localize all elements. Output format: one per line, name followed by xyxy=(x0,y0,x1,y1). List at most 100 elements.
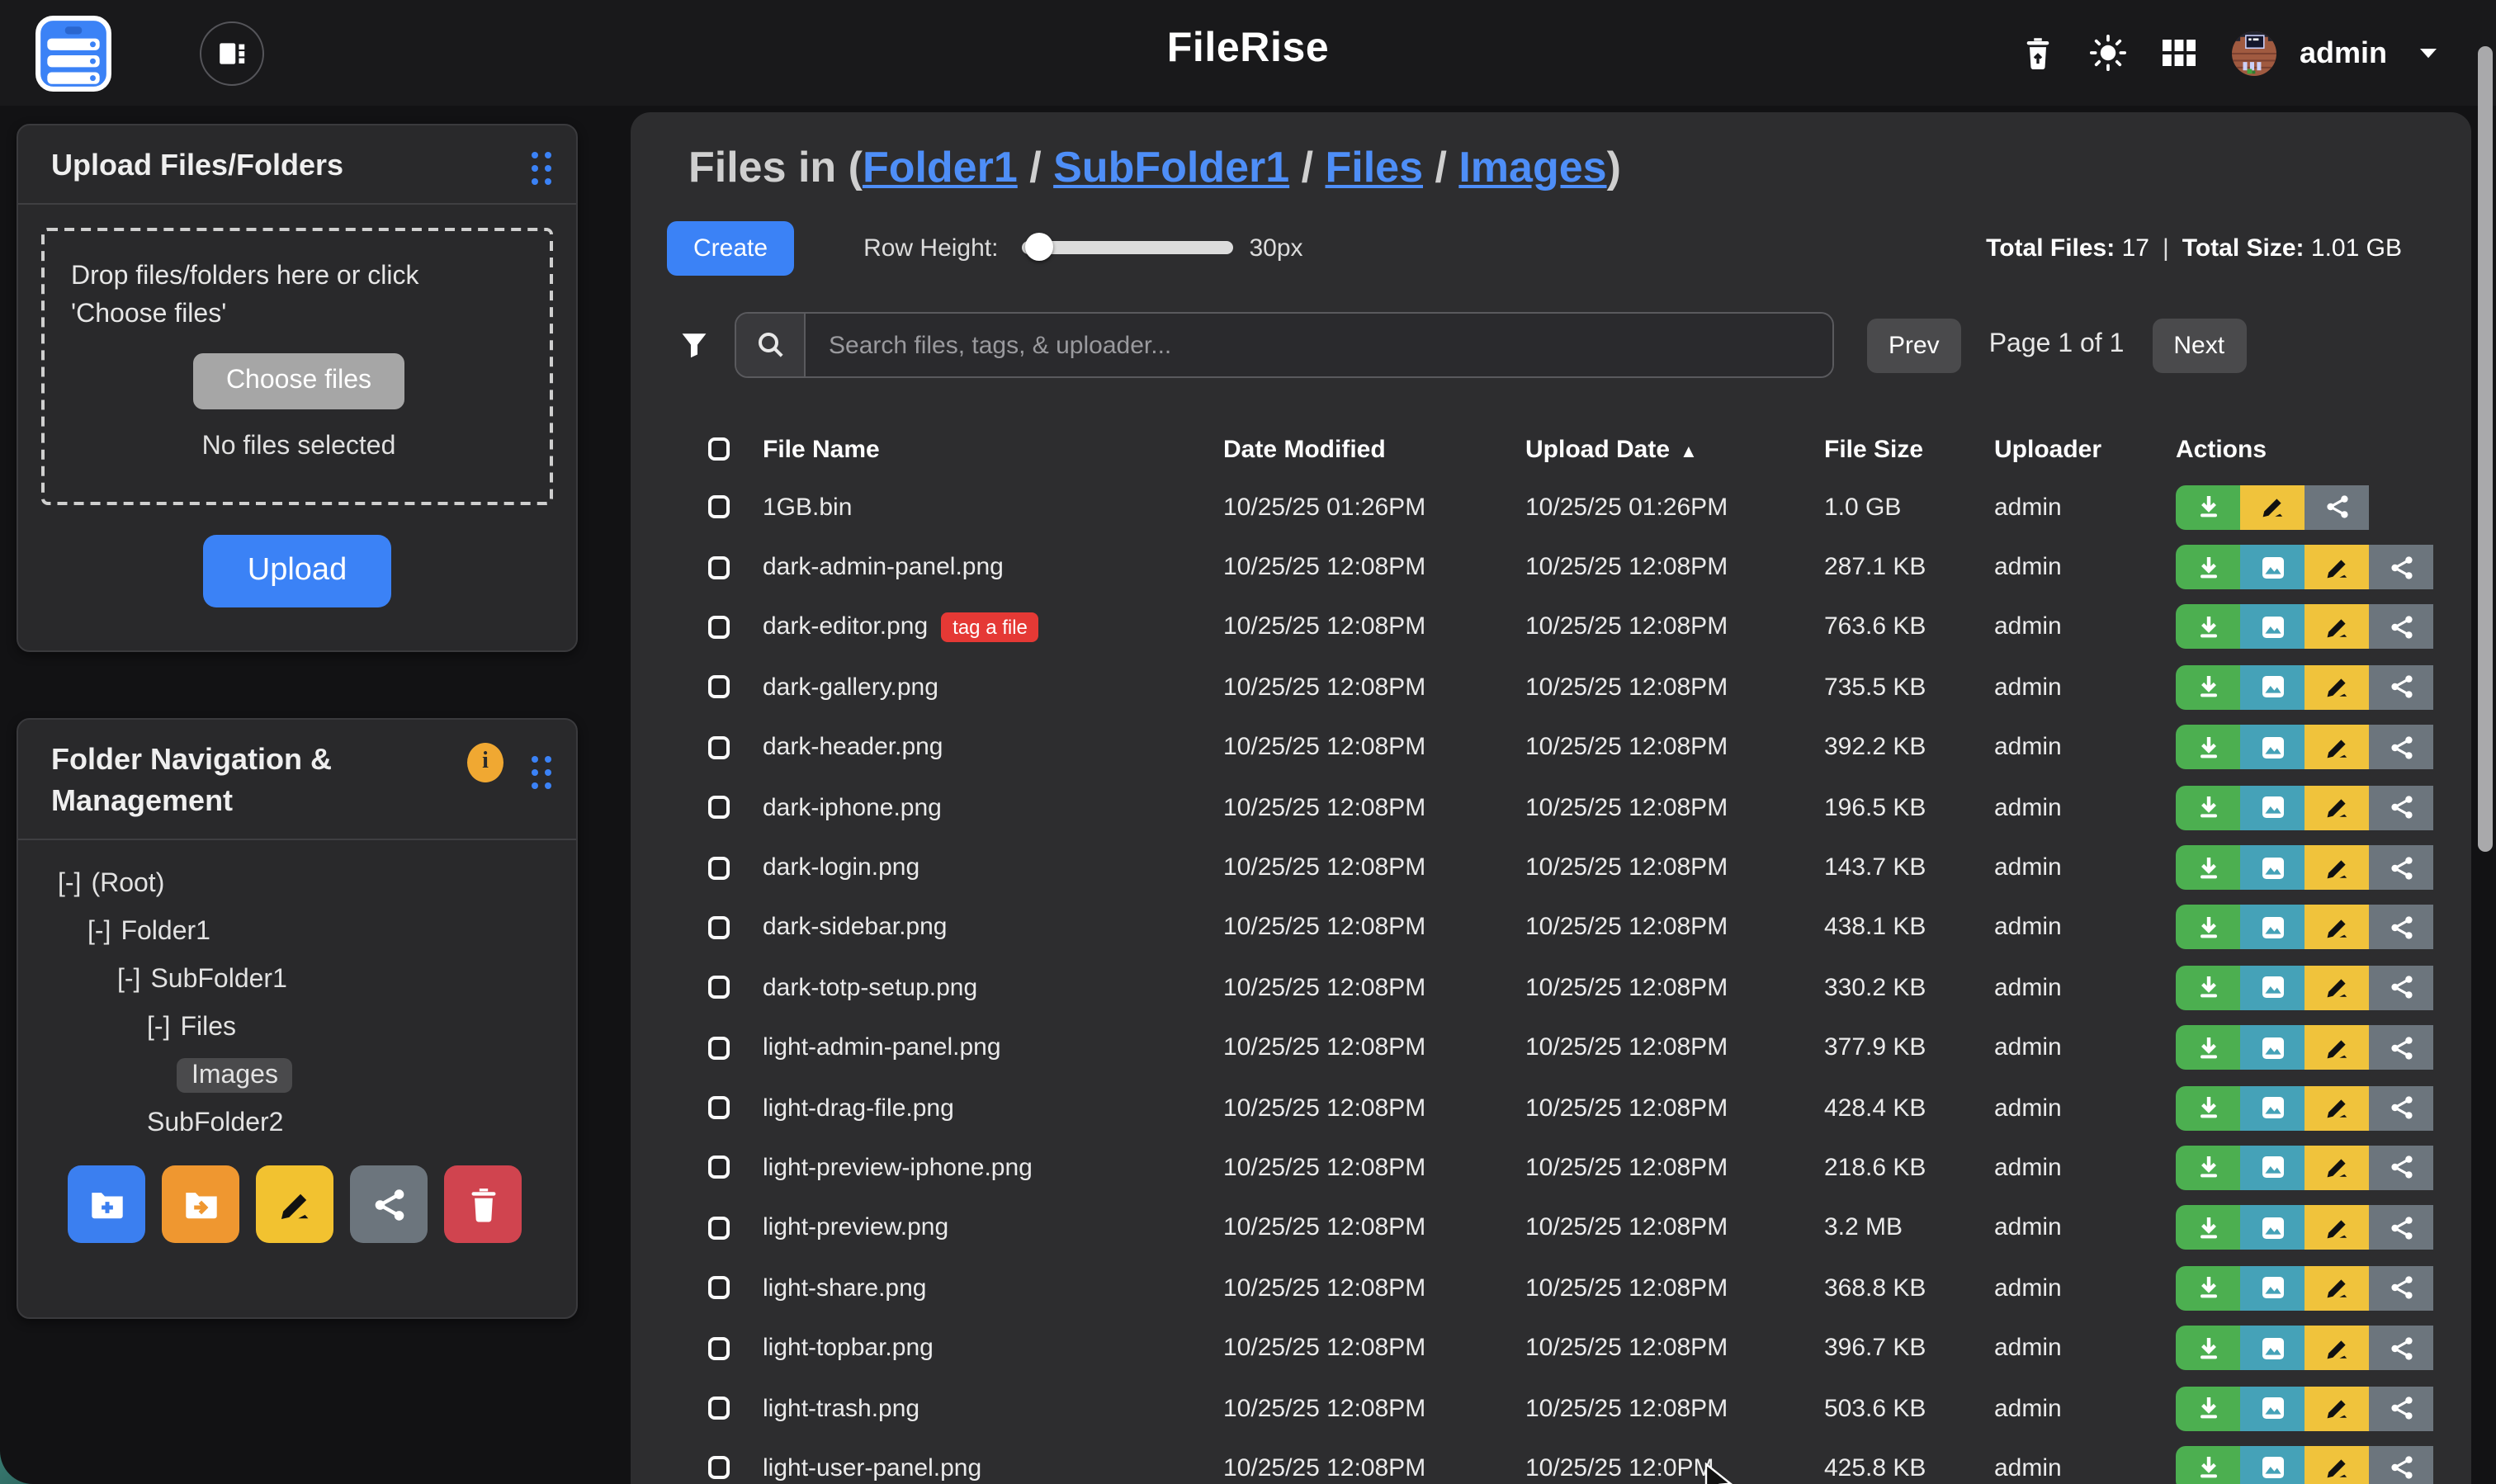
share-button[interactable] xyxy=(2369,845,2433,890)
file-name[interactable]: light-share.png xyxy=(763,1274,926,1302)
edit-button[interactable] xyxy=(2305,665,2369,710)
search-button[interactable] xyxy=(736,314,806,376)
file-name[interactable]: light-drag-file.png xyxy=(763,1094,954,1122)
edit-button[interactable] xyxy=(2240,484,2305,529)
row-checkbox[interactable] xyxy=(708,856,730,879)
preview-button[interactable] xyxy=(2240,785,2305,829)
edit-button[interactable] xyxy=(2305,905,2369,950)
edit-button[interactable] xyxy=(2305,966,2369,1010)
edit-button[interactable] xyxy=(2305,605,2369,650)
create-button[interactable]: Create xyxy=(667,220,794,275)
scrollbar-thumb[interactable] xyxy=(2478,46,2493,852)
share-button[interactable] xyxy=(2369,545,2433,589)
file-name[interactable]: dark-iphone.png xyxy=(763,793,942,821)
download-button[interactable] xyxy=(2176,1386,2240,1430)
breadcrumb-link-folder1[interactable]: Folder1 xyxy=(863,142,1018,191)
download-button[interactable] xyxy=(2176,665,2240,710)
download-button[interactable] xyxy=(2176,845,2240,890)
file-name[interactable]: light-preview.png xyxy=(763,1214,948,1242)
preview-button[interactable] xyxy=(2240,1025,2305,1070)
username[interactable]: admin xyxy=(2300,35,2387,70)
edit-button[interactable] xyxy=(2305,1266,2369,1311)
file-name[interactable]: dark-gallery.png xyxy=(763,673,938,702)
share-button[interactable] xyxy=(2369,1146,2433,1190)
share-button[interactable] xyxy=(2369,605,2433,650)
row-checkbox[interactable] xyxy=(708,616,730,639)
slider-thumb[interactable] xyxy=(1024,233,1052,261)
file-name[interactable]: light-topbar.png xyxy=(763,1334,934,1362)
preview-button[interactable] xyxy=(2240,1085,2305,1130)
share-button[interactable] xyxy=(2369,1206,2433,1250)
row-checkbox[interactable] xyxy=(708,1277,730,1300)
file-dropzone[interactable]: Drop files/folders here or click 'Choose… xyxy=(41,228,553,505)
rename-folder-button[interactable] xyxy=(256,1165,333,1243)
share-button[interactable] xyxy=(2369,785,2433,829)
share-button[interactable] xyxy=(2305,484,2369,529)
row-height-slider[interactable] xyxy=(1021,241,1232,254)
download-button[interactable] xyxy=(2176,966,2240,1010)
edit-button[interactable] xyxy=(2305,785,2369,829)
trash-restore-button[interactable] xyxy=(2022,35,2054,70)
preview-button[interactable] xyxy=(2240,905,2305,950)
file-name[interactable]: 1GB.bin xyxy=(763,493,852,521)
preview-button[interactable] xyxy=(2240,1386,2305,1430)
row-checkbox[interactable] xyxy=(708,555,730,579)
tree-item-root[interactable]: [-](Root) xyxy=(18,860,576,908)
row-checkbox[interactable] xyxy=(708,1217,730,1240)
tree-toggle[interactable]: [-] xyxy=(117,966,140,994)
preview-button[interactable] xyxy=(2240,1206,2305,1250)
download-button[interactable] xyxy=(2176,545,2240,589)
select-all-checkbox[interactable] xyxy=(708,437,730,461)
edit-button[interactable] xyxy=(2305,1206,2369,1250)
tree-label[interactable]: Images xyxy=(177,1058,293,1093)
row-checkbox[interactable] xyxy=(708,1156,730,1179)
share-button[interactable] xyxy=(2369,1025,2433,1070)
row-checkbox[interactable] xyxy=(708,736,730,759)
move-folder-button[interactable] xyxy=(162,1165,239,1243)
breadcrumb-link-files[interactable]: Files xyxy=(1326,142,1424,191)
download-button[interactable] xyxy=(2176,905,2240,950)
file-name[interactable]: dark-header.png xyxy=(763,734,943,762)
file-name[interactable]: light-admin-panel.png xyxy=(763,1033,1001,1061)
search-input[interactable] xyxy=(806,314,1832,376)
edit-button[interactable] xyxy=(2305,725,2369,770)
share-button[interactable] xyxy=(2369,1085,2433,1130)
edit-button[interactable] xyxy=(2305,1025,2369,1070)
row-checkbox[interactable] xyxy=(708,1397,730,1420)
share-button[interactable] xyxy=(2369,1446,2433,1484)
download-button[interactable] xyxy=(2176,1266,2240,1311)
download-button[interactable] xyxy=(2176,1146,2240,1190)
file-name[interactable]: light-preview-iphone.png xyxy=(763,1154,1033,1182)
download-button[interactable] xyxy=(2176,1326,2240,1370)
preview-button[interactable] xyxy=(2240,545,2305,589)
edit-button[interactable] xyxy=(2305,1386,2369,1430)
drag-handle-icon[interactable] xyxy=(532,756,553,791)
chevron-down-icon[interactable] xyxy=(2417,41,2440,64)
file-name[interactable]: dark-sidebar.png xyxy=(763,914,948,942)
filter-button[interactable] xyxy=(680,330,708,360)
column-header-file-name[interactable]: File Name xyxy=(763,435,1223,463)
grid-view-button[interactable] xyxy=(2163,38,2196,68)
row-checkbox[interactable] xyxy=(708,495,730,518)
row-checkbox[interactable] xyxy=(708,1096,730,1119)
preview-button[interactable] xyxy=(2240,725,2305,770)
upload-button[interactable]: Upload xyxy=(203,535,391,607)
row-checkbox[interactable] xyxy=(708,1036,730,1059)
share-button[interactable] xyxy=(2369,1386,2433,1430)
tree-item-images-selected[interactable]: Images xyxy=(18,1052,576,1099)
preview-button[interactable] xyxy=(2240,1266,2305,1311)
tree-item-subfolder2[interactable]: SubFolder2 xyxy=(18,1099,576,1147)
drag-handle-icon[interactable] xyxy=(532,152,553,187)
choose-files-button[interactable]: Choose files xyxy=(193,353,404,409)
edit-button[interactable] xyxy=(2305,1085,2369,1130)
preview-button[interactable] xyxy=(2240,966,2305,1010)
row-checkbox[interactable] xyxy=(708,796,730,819)
row-checkbox[interactable] xyxy=(708,916,730,939)
share-button[interactable] xyxy=(2369,1266,2433,1311)
file-name[interactable]: light-trash.png xyxy=(763,1394,919,1422)
file-name[interactable]: dark-totp-setup.png xyxy=(763,974,977,1002)
share-folder-button[interactable] xyxy=(350,1165,428,1243)
download-button[interactable] xyxy=(2176,1025,2240,1070)
column-header-uploader[interactable]: Uploader xyxy=(1994,435,2176,463)
download-button[interactable] xyxy=(2176,1085,2240,1130)
